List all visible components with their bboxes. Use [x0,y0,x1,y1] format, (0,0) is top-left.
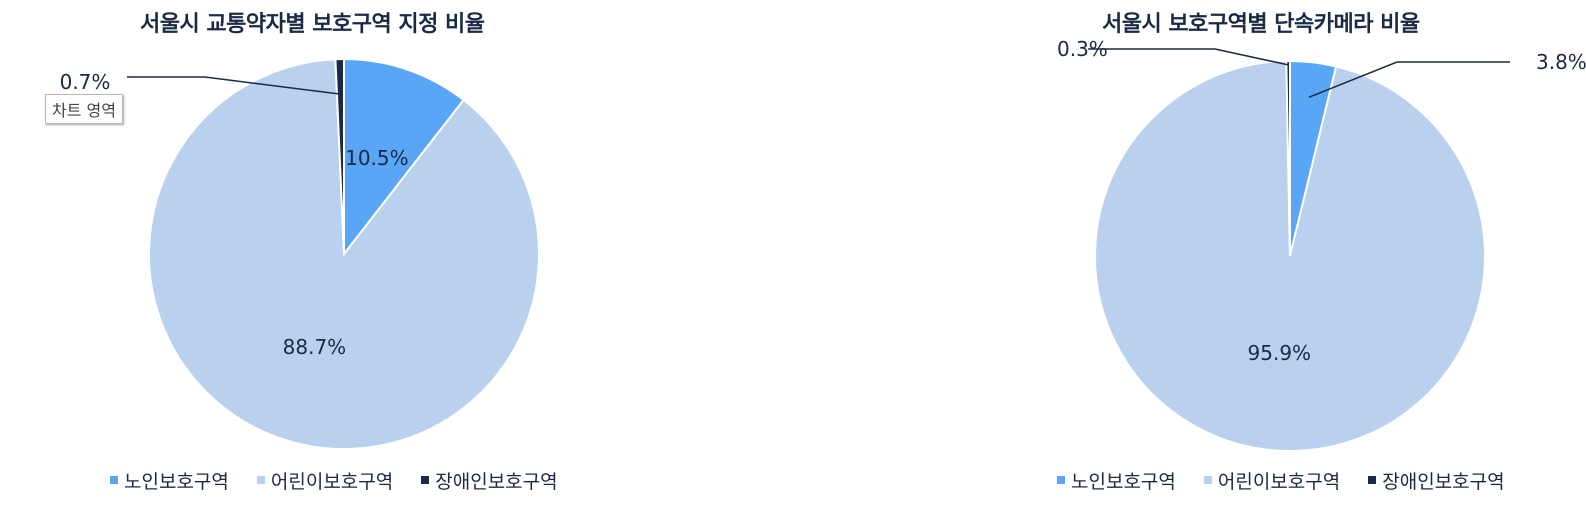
chart-left: 서울시 교통약자별 보호구역 지정 비율 10.5% 88.7% 0.7% 노인보호… [0,0,720,509]
legend: 노인보호구역 어린이보호구역 장애인보호구역 [1057,466,1505,494]
legend: 노인보호구역 어린이보호구역 장애인보호구역 [110,466,558,494]
legend-swatch-child [256,476,265,484]
legend-swatch-disabled [421,476,430,484]
legend-item-elderly[interactable]: 노인보호구역 [1057,467,1176,494]
legend-swatch-elderly [110,476,118,484]
legend-label: 어린이보호구역 [270,470,394,493]
legend-swatch-child [1203,476,1212,484]
data-label: 3.8% [1536,50,1586,74]
legend-swatch-disabled [1368,476,1377,484]
legend-item-child[interactable]: 어린이보호구역 [1203,467,1341,494]
chart-right: 서울시 보호구역별 단속카메라 비율 3.8% 95.9% 0.3% 노인보호구역 … [860,0,1586,509]
legend-label: 장애인보호구역 [1382,470,1505,493]
legend-item-elderly[interactable]: 노인보호구역 [110,467,229,494]
legend-swatch-elderly [1057,476,1065,484]
pie-chart-right[interactable]: 3.8% 95.9% 0.3% [860,0,1586,509]
data-label: 0.7% [60,70,111,94]
legend-item-child[interactable]: 어린이보호구역 [256,467,394,494]
legend-label: 어린이보호구역 [1217,470,1341,493]
legend-item-disabled[interactable]: 장애인보호구역 [1368,467,1505,494]
data-label: 88.7% [283,335,347,359]
legend-item-disabled[interactable]: 장애인보호구역 [421,467,558,494]
leader-line [1088,48,1289,66]
pie-chart-left[interactable]: 10.5% 88.7% 0.7% [0,0,720,509]
legend-label: 장애인보호구역 [435,470,558,493]
data-label: 10.5% [345,146,409,170]
data-label: 0.3% [1057,37,1108,61]
legend-label: 노인보호구역 [1071,470,1176,493]
data-label: 95.9% [1248,341,1312,365]
chart-area-tooltip: 차트 영역 [45,94,123,124]
legend-label: 노인보호구역 [124,470,229,493]
